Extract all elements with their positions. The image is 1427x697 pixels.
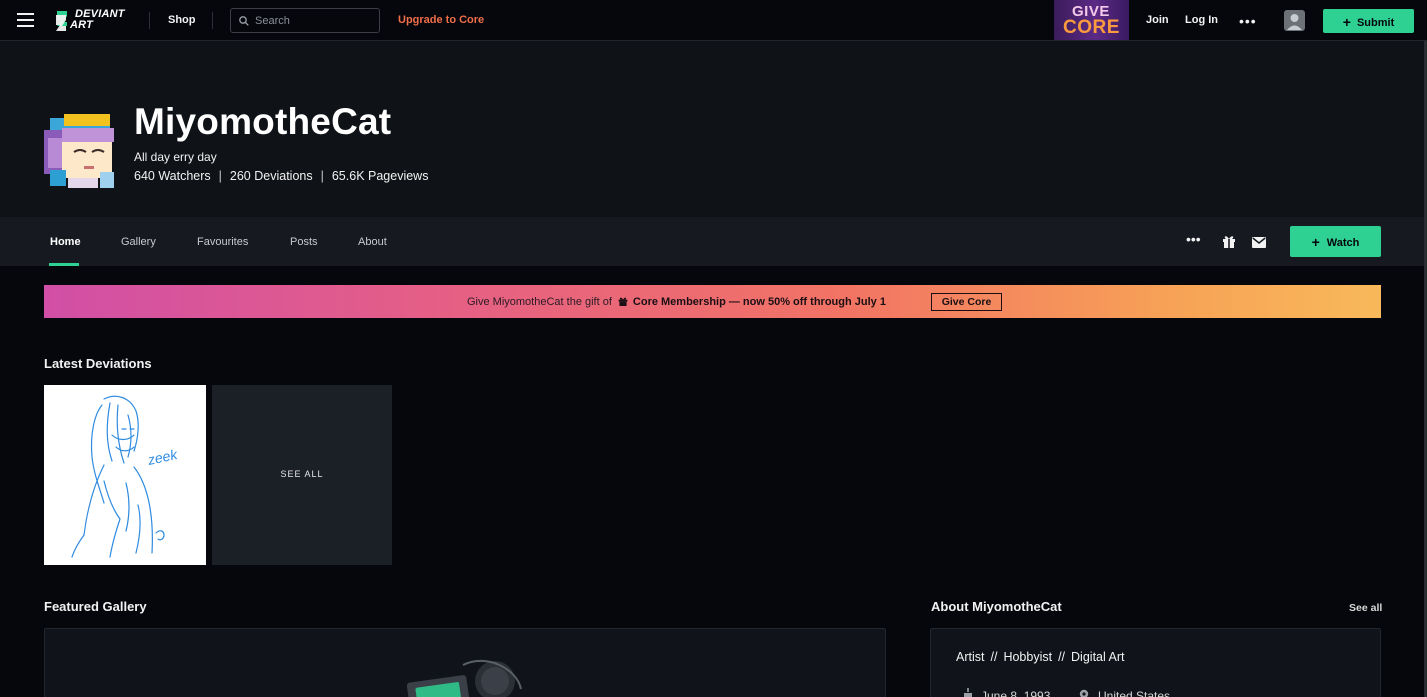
search-box[interactable] <box>230 8 380 33</box>
about-roles: Artist // Hobbyist // Digital Art <box>956 650 1125 664</box>
featured-gallery-title: Featured Gallery <box>44 599 147 614</box>
pageviews-count: 65.6K Pageviews <box>331 169 429 183</box>
deviations-count[interactable]: 260 Deviations <box>230 169 313 183</box>
birthday-text: June 8, 1993 <box>981 689 1051 697</box>
gift-icon[interactable] <box>1222 234 1236 253</box>
give-core-banner[interactable]: GIVE CORE <box>1054 0 1129 40</box>
tab-gallery[interactable]: Gallery <box>121 236 156 248</box>
stats-separator: | <box>218 169 222 183</box>
about-title: About MiyomotheCat <box>931 599 1062 614</box>
thumb-caption: zeek <box>145 446 179 468</box>
featured-gallery-panel <box>44 628 886 697</box>
profile-tagline: All day erry day <box>134 150 217 164</box>
deviantart-logo[interactable]: DEVIANT ART <box>54 9 134 33</box>
watch-button[interactable]: + Watch <box>1290 226 1381 257</box>
log-in-link[interactable]: Log In <box>1185 14 1218 26</box>
divider <box>212 12 213 29</box>
give-core-button[interactable]: Give Core <box>931 293 1002 311</box>
role-digital-art: Digital Art <box>1071 650 1125 664</box>
sketch-artwork: zeek <box>71 395 180 558</box>
stats-separator: | <box>320 169 324 183</box>
plus-icon: + <box>1342 14 1351 30</box>
role-separator: // <box>990 650 998 664</box>
promo-text: Give MiyomotheCat the gift of Core Membe… <box>467 295 886 308</box>
logo-wordmark: DEVIANT ART <box>70 8 125 31</box>
divider <box>149 12 150 29</box>
more-horizontal-icon[interactable]: ••• <box>1239 13 1257 29</box>
join-link[interactable]: Join <box>1146 14 1169 26</box>
role-separator: // <box>1058 650 1066 664</box>
role-artist: Artist <box>956 650 985 664</box>
profile-header: MiyomotheCat All day erry day 640 Watche… <box>0 41 1424 217</box>
more-options-icon[interactable]: ••• <box>1186 231 1201 247</box>
location-pin-icon <box>1079 689 1089 697</box>
user-avatar-icon[interactable] <box>1284 10 1305 31</box>
profile-tabs: Home Gallery Favourites Posts About ••• … <box>0 217 1424 266</box>
about-see-all-link[interactable]: See all <box>1349 602 1382 614</box>
give-core-line2: CORE <box>1063 17 1120 38</box>
search-icon <box>239 16 249 26</box>
deviantart-logo-mark-icon <box>56 11 67 31</box>
see-all-deviations-tile[interactable]: SEE ALL <box>212 385 392 565</box>
message-icon[interactable] <box>1252 235 1266 253</box>
about-panel: Artist // Hobbyist // Digital Art June 8, 19… <box>930 628 1381 697</box>
tab-home[interactable]: Home <box>50 236 81 248</box>
gift-icon <box>618 297 628 306</box>
active-tab-indicator <box>49 263 79 266</box>
promo-prefix: Give MiyomotheCat the gift of <box>467 296 612 308</box>
top-navigation-bar: DEVIANT ART Shop Upgrade to Core GIVE CO… <box>0 0 1427 41</box>
tab-favourites[interactable]: Favourites <box>197 236 248 248</box>
submit-button[interactable]: + Submit <box>1323 9 1414 33</box>
profile-avatar[interactable] <box>44 112 119 188</box>
role-hobbyist: Hobbyist <box>1003 650 1053 664</box>
search-input[interactable] <box>255 12 375 29</box>
gift-core-promo-banner: Give MiyomotheCat the gift of Core Membe… <box>44 285 1381 318</box>
location-text: United States <box>1098 689 1171 697</box>
birthday-cake-icon <box>964 688 972 697</box>
profile-username: MiyomotheCat <box>134 101 392 142</box>
see-all-label: SEE ALL <box>280 469 324 479</box>
tab-posts[interactable]: Posts <box>290 236 318 248</box>
shop-link[interactable]: Shop <box>168 14 196 26</box>
tab-about[interactable]: About <box>358 236 387 248</box>
promo-highlight: Core Membership — now 50% off through Ju… <box>632 296 886 308</box>
plus-icon: + <box>1311 234 1320 250</box>
empty-gallery-illustration-icon <box>407 659 522 697</box>
deviation-thumbnail[interactable]: zeek <box>44 385 206 565</box>
profile-stats: 640 Watchers | 260 Deviations | 65.6K Pagevi… <box>134 169 428 183</box>
upgrade-to-core-link[interactable]: Upgrade to Core <box>398 14 484 26</box>
menu-icon[interactable] <box>17 13 34 27</box>
watchers-count[interactable]: 640 Watchers <box>134 169 211 183</box>
latest-deviations-title: Latest Deviations <box>44 356 152 371</box>
